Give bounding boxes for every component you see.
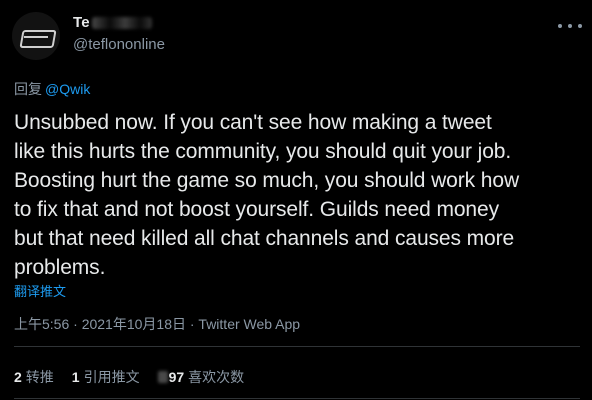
tweet-text: Unsubbed now. If you can't see how makin… [14, 111, 520, 279]
author-name-text: Te [73, 14, 90, 31]
author-display-name[interactable]: Te [73, 14, 152, 31]
redacted-name [91, 17, 152, 30]
translate-tweet-link[interactable]: 翻译推文 [14, 281, 66, 300]
likes-label: 喜欢次数 [188, 369, 245, 385]
retweets-stat[interactable]: 2 转推 [14, 367, 54, 387]
quotes-count: 1 [71, 369, 80, 385]
avatar[interactable] [12, 12, 60, 60]
more-icon[interactable] [558, 16, 582, 36]
avatar-logo [19, 30, 57, 48]
reply-context: 回复 @Qwik [14, 79, 90, 99]
redacted-digit [157, 371, 168, 383]
divider [14, 346, 580, 347]
retweets-label: 转推 [25, 369, 54, 385]
retweets-count: 2 [14, 369, 22, 385]
reply-prefix: 回复 [14, 81, 42, 97]
tweet-stats: 2 转推 1 引用推文 97 喜欢次数 [14, 367, 244, 387]
reply-mention-link[interactable]: @Qwik [45, 81, 90, 97]
likes-stat[interactable]: 97 喜欢次数 [157, 367, 245, 387]
tweet-card: Te @teflononline 回复 @Qwik Unsubbed now. I… [0, 0, 592, 400]
quote-tweets-stat[interactable]: 1 引用推文 [72, 367, 140, 387]
quotes-label: 引用推文 [83, 369, 140, 385]
tweet-timestamp[interactable]: 上午5:56 · 2021年10月18日 · Twitter Web App [14, 314, 300, 334]
author-handle[interactable]: @teflononline [73, 36, 165, 53]
likes-count: 97 [168, 369, 185, 385]
divider [14, 398, 580, 399]
